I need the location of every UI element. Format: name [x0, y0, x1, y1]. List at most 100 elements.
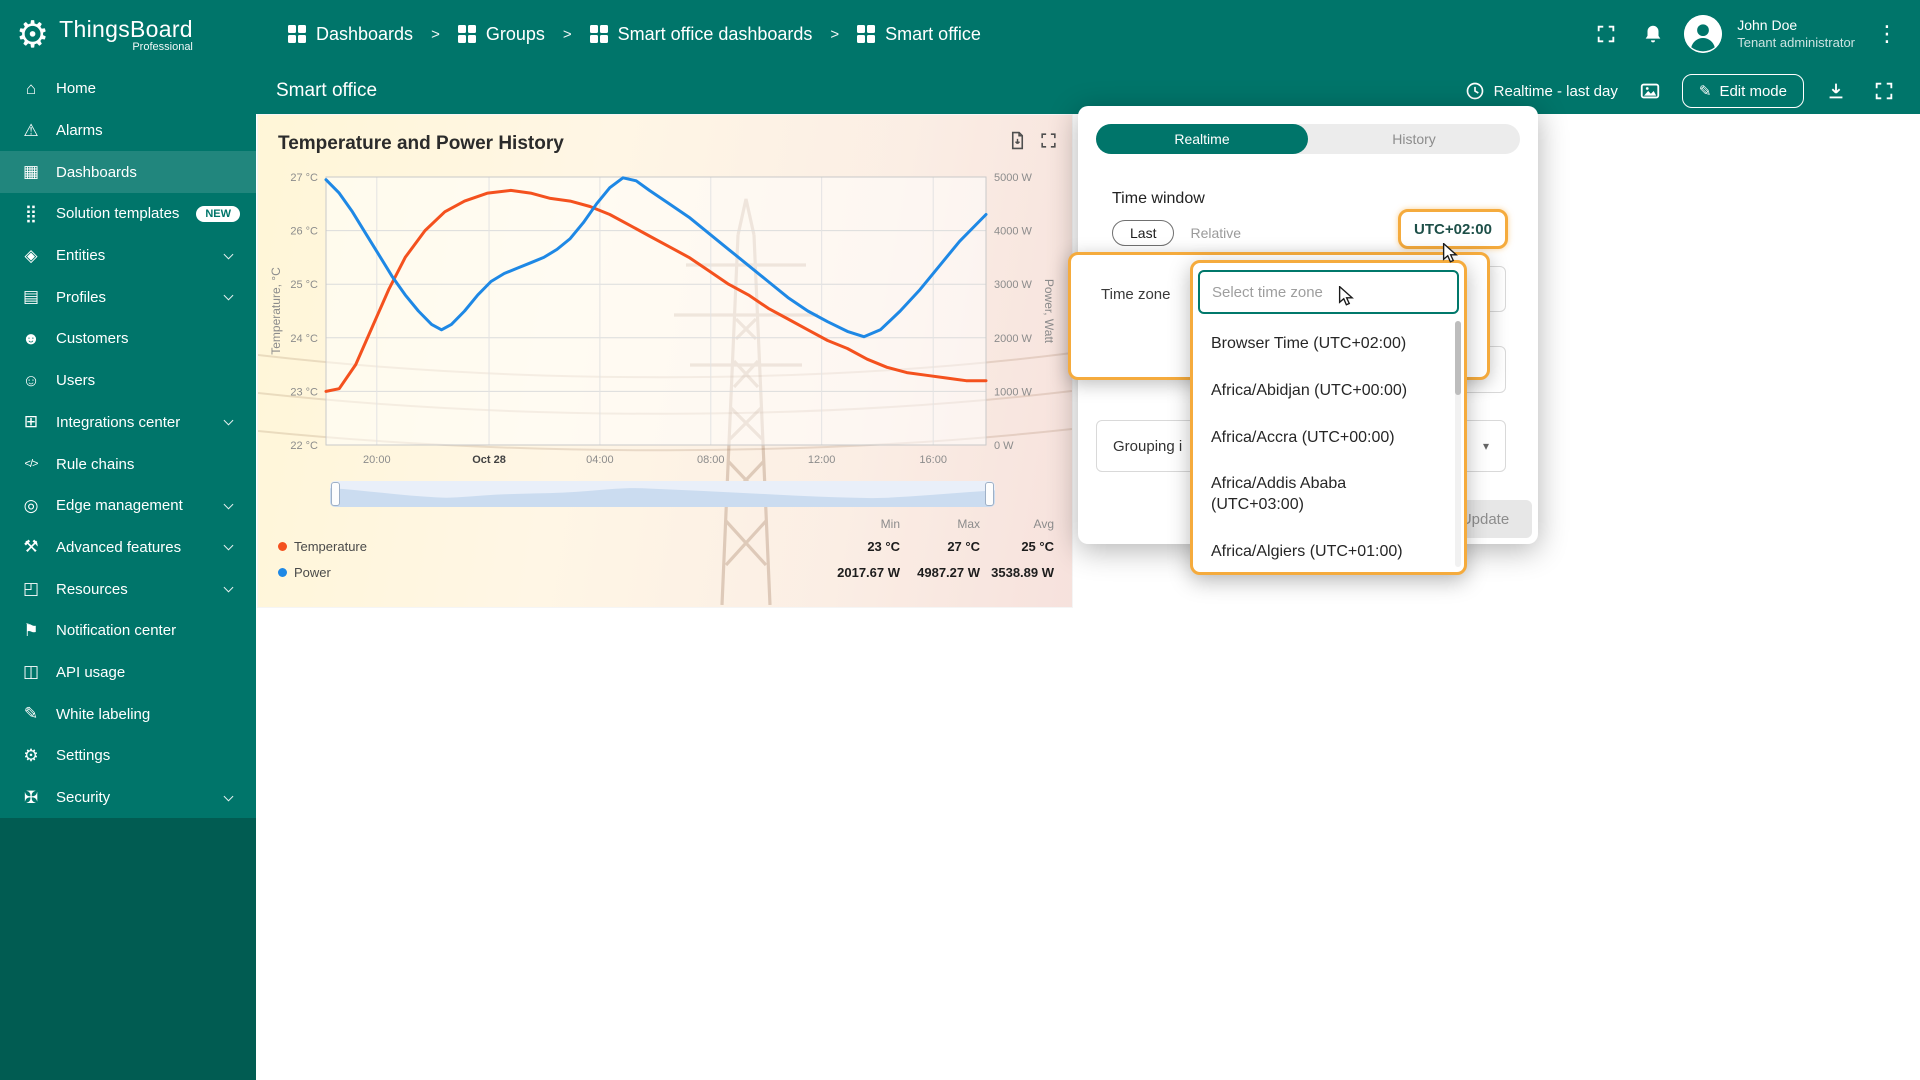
timewindow-button[interactable]: Realtime - last day	[1465, 81, 1618, 101]
sidebar-item-edge-management[interactable]: ◎ Edge management	[0, 485, 256, 527]
sidebar-item-alarms[interactable]: ⚠ Alarms	[0, 110, 256, 152]
sidebar-item-label: Users	[56, 372, 96, 390]
user-role: Tenant administrator	[1737, 34, 1855, 50]
fullscreen-icon[interactable]	[1590, 18, 1622, 50]
legend-key-power[interactable]: Power	[278, 565, 780, 580]
customers-icon: ☻	[22, 328, 40, 348]
svg-text:3000 W: 3000 W	[994, 279, 1033, 291]
svg-text:27 °C: 27 °C	[290, 172, 318, 184]
timezone-option[interactable]: Africa/Algiers (UTC+01:00)	[1193, 529, 1454, 572]
sidebar-item-settings[interactable]: ⚙ Settings	[0, 735, 256, 777]
timezone-search-input[interactable]	[1198, 270, 1459, 314]
sidebar-item-profiles[interactable]: ▤ Profiles	[0, 276, 256, 318]
timezone-option[interactable]: Browser Time (UTC+02:00)	[1193, 321, 1454, 368]
sidebar-item-notification-center[interactable]: ⚑ Notification center	[0, 610, 256, 652]
slider-right-handle[interactable]	[985, 482, 994, 506]
sidebar-item-home[interactable]: ⌂ Home	[0, 68, 256, 110]
user-info: John Doe Tenant administrator	[1737, 16, 1855, 51]
legend-max-value: 27 °C	[947, 538, 980, 554]
svg-text:26 °C: 26 °C	[290, 226, 318, 238]
breadcrumb-label: Dashboards	[316, 23, 414, 44]
svg-text:22 °C: 22 °C	[290, 440, 318, 452]
pencil-icon: ✎	[1698, 83, 1712, 100]
tab-realtime[interactable]: Realtime	[1096, 124, 1308, 154]
time-range-slider[interactable]	[330, 481, 995, 507]
breadcrumb-label: Smart office	[885, 23, 981, 44]
more-menu-icon[interactable]: ⋮	[1870, 21, 1904, 47]
sidebar-item-advanced-features[interactable]: ⚒ Advanced features	[0, 527, 256, 569]
dropdown-scrollbar[interactable]	[1455, 321, 1461, 567]
sidebar-item-label: Edge management	[56, 497, 183, 515]
sidebar-item-rule-chains[interactable]: </> Rule chains	[0, 443, 256, 485]
security-icon: ✠	[23, 787, 39, 807]
sidebar-item-label: Dashboards	[56, 163, 137, 181]
fullscreen-widget-icon[interactable]	[1039, 131, 1058, 155]
timezone-option[interactable]: Africa/Abidjan (UTC+00:00)	[1193, 368, 1454, 415]
brand-logo[interactable]: ⚙ ThingsBoard Professional	[0, 0, 256, 68]
grouping-interval-label: Grouping i	[1113, 437, 1183, 455]
temperature-power-chart: 27 °C 5000 W 26 °C 4000 W 25 °C 3000 W 24 °C 20…	[269, 172, 1056, 466]
svg-text:23 °C: 23 °C	[290, 386, 318, 398]
timezone-field-label: Time zone	[1101, 286, 1171, 303]
sidebar-item-api-usage[interactable]: ◫ API usage	[0, 652, 256, 694]
widget-title: Temperature and Power History	[278, 133, 564, 154]
svg-text:Power, Watt: Power, Watt	[1042, 279, 1056, 344]
sidebar-item-customers[interactable]: ☻ Customers	[0, 318, 256, 360]
breadcrumb-item-smart-office-dashboards[interactable]: Smart office dashboards	[589, 23, 813, 45]
sidebar-footer	[0, 818, 256, 1080]
edge-icon: ◎	[23, 495, 39, 515]
solution-templates-icon: ⣿	[24, 203, 38, 223]
profiles-icon: ▤	[22, 287, 40, 307]
breadcrumb-item-dashboards[interactable]: Dashboards	[288, 24, 413, 45]
fullscreen-dashboard-icon[interactable]	[1868, 75, 1900, 107]
slider-left-handle[interactable]	[331, 482, 340, 506]
sidebar-item-security[interactable]: ✠ Security	[0, 777, 256, 819]
breadcrumb-item-groups[interactable]: Groups	[457, 24, 545, 45]
legend-header: Max	[957, 517, 980, 531]
notifications-bell-icon[interactable]	[1637, 18, 1669, 50]
dashboards-icon: ▦	[22, 162, 40, 182]
alarms-icon: ⚠	[23, 120, 39, 140]
entities-icon: ◈	[24, 245, 38, 265]
svg-text:0 W: 0 W	[994, 440, 1014, 452]
legend-header: Min	[880, 517, 900, 531]
image-gallery-icon[interactable]	[1634, 75, 1666, 107]
legend-series-name: Power	[294, 564, 331, 580]
settings-icon: ⚙	[23, 745, 39, 765]
sidebar-item-label: Entities	[56, 247, 106, 265]
sidebar-item-dashboards[interactable]: ▦ Dashboards	[0, 151, 256, 194]
breadcrumb-item-smart-office[interactable]: Smart office	[857, 24, 981, 45]
download-icon[interactable]	[1820, 75, 1852, 107]
timezone-option[interactable]: Africa/Addis Ababa (UTC+03:00)	[1193, 461, 1454, 529]
chevron-down-icon	[223, 540, 234, 551]
sidebar-item-label: Solution templates	[56, 205, 180, 223]
svg-text:Temperature, °C: Temperature, °C	[269, 267, 283, 355]
chevron-down-icon	[223, 415, 234, 426]
breadcrumb-label: Smart office dashboards	[617, 23, 813, 44]
sidebar-item-resources[interactable]: ◰ Resources	[0, 568, 256, 610]
toggle-last[interactable]: Last	[1112, 220, 1175, 246]
legend-avg-value: 25 °C	[1021, 538, 1054, 554]
sidebar-item-users[interactable]: ☺ Users	[0, 360, 256, 402]
user-avatar[interactable]	[1684, 15, 1723, 53]
top-header: Dashboards > Groups > Smart office dashboard…	[256, 0, 1920, 68]
chevron-down-icon	[223, 499, 234, 510]
toggle-relative[interactable]: Relative	[1190, 225, 1241, 241]
breadcrumb-separator: >	[562, 25, 572, 43]
legend-key-temperature[interactable]: Temperature	[278, 539, 780, 554]
legend-min-value: 23 °C	[867, 538, 900, 554]
timezone-option[interactable]: Africa/Accra (UTC+00:00)	[1193, 415, 1454, 462]
tab-history[interactable]: History	[1308, 124, 1520, 154]
sidebar-item-white-labeling[interactable]: ✎ White labeling	[0, 693, 256, 735]
export-widget-icon[interactable]	[1008, 131, 1027, 155]
sidebar-item-entities[interactable]: ◈ Entities	[0, 235, 256, 277]
sidebar-item-integrations-center[interactable]: ⊞ Integrations center	[0, 402, 256, 444]
pointer-cursor-icon	[1442, 242, 1459, 268]
sidebar-item-label: Profiles	[56, 288, 107, 306]
sidebar-item-label: Settings	[56, 747, 111, 765]
edit-mode-button[interactable]: ✎ Edit mode	[1681, 74, 1804, 108]
legend-min-value: 2017.67 W	[837, 564, 900, 580]
sidebar-item-solution-templates[interactable]: ⣿ Solution templates NEW	[0, 193, 256, 235]
dropdown-scrollbar-thumb[interactable]	[1455, 321, 1461, 395]
advanced-features-icon: ⚒	[23, 537, 39, 557]
